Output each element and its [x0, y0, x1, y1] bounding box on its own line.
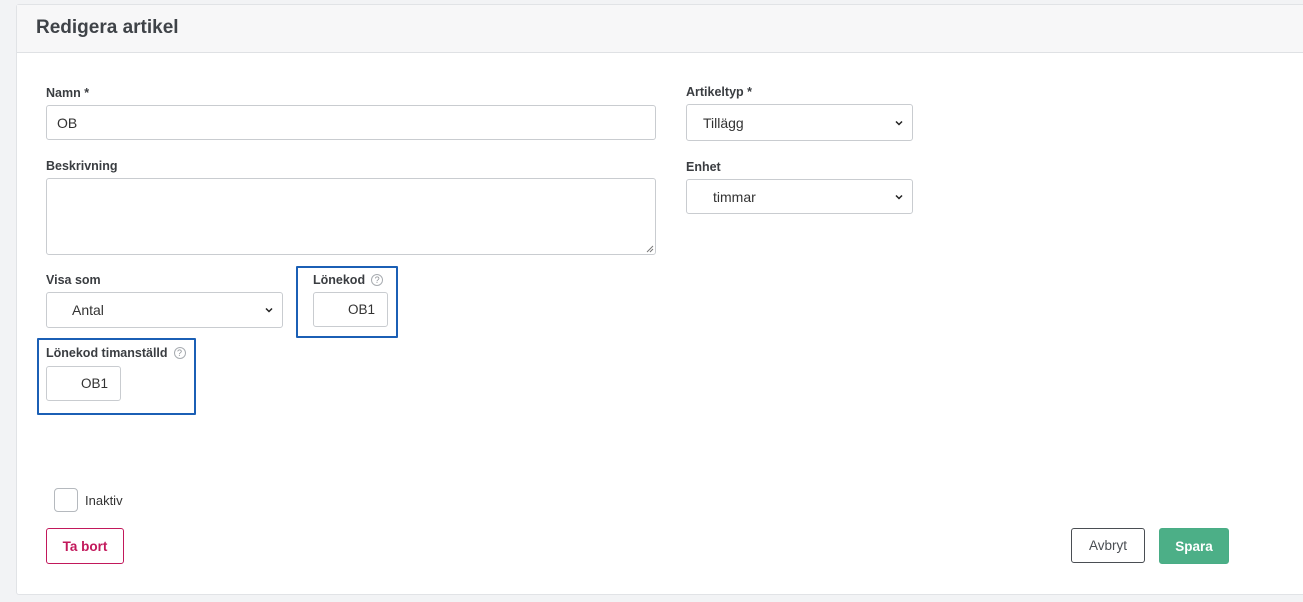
display-as-select[interactable]: Antal: [46, 292, 283, 328]
chevron-down-icon: [265, 307, 273, 313]
wage-code-label: Lönekod?: [313, 273, 384, 287]
page-title: Redigera artikel: [36, 17, 179, 38]
article-type-value: Tillägg: [703, 114, 744, 131]
description-label: Beskrivning: [46, 159, 118, 173]
help-icon[interactable]: ?: [173, 347, 186, 359]
wage-code-input[interactable]: [313, 292, 388, 327]
description-textarea[interactable]: [46, 178, 656, 255]
wage-code-hourly-label: Lönekod timanställd?: [46, 346, 186, 360]
inactive-label: Inaktiv: [85, 493, 123, 508]
name-label: Namn *: [46, 86, 90, 100]
name-input[interactable]: [46, 105, 656, 140]
panel-header: Redigera artikel: [17, 5, 1303, 53]
chevron-down-icon: [895, 194, 903, 200]
help-icon[interactable]: ?: [371, 274, 384, 286]
save-button[interactable]: Spara: [1159, 528, 1229, 564]
display-as-label: Visa som: [46, 273, 101, 287]
inactive-checkbox[interactable]: [54, 488, 78, 512]
unit-label: Enhet: [686, 160, 721, 174]
article-type-label: Artikeltyp *: [686, 85, 752, 99]
description-wrapper: [46, 178, 656, 255]
unit-select[interactable]: timmar: [686, 179, 913, 214]
delete-button[interactable]: Ta bort: [46, 528, 124, 564]
chevron-down-icon: [895, 120, 903, 126]
article-type-select[interactable]: Tillägg: [686, 104, 913, 141]
unit-value: timmar: [713, 188, 756, 205]
display-as-value: Antal: [72, 302, 104, 318]
cancel-button[interactable]: Avbryt: [1071, 528, 1145, 563]
wage-code-hourly-input[interactable]: [46, 366, 121, 401]
